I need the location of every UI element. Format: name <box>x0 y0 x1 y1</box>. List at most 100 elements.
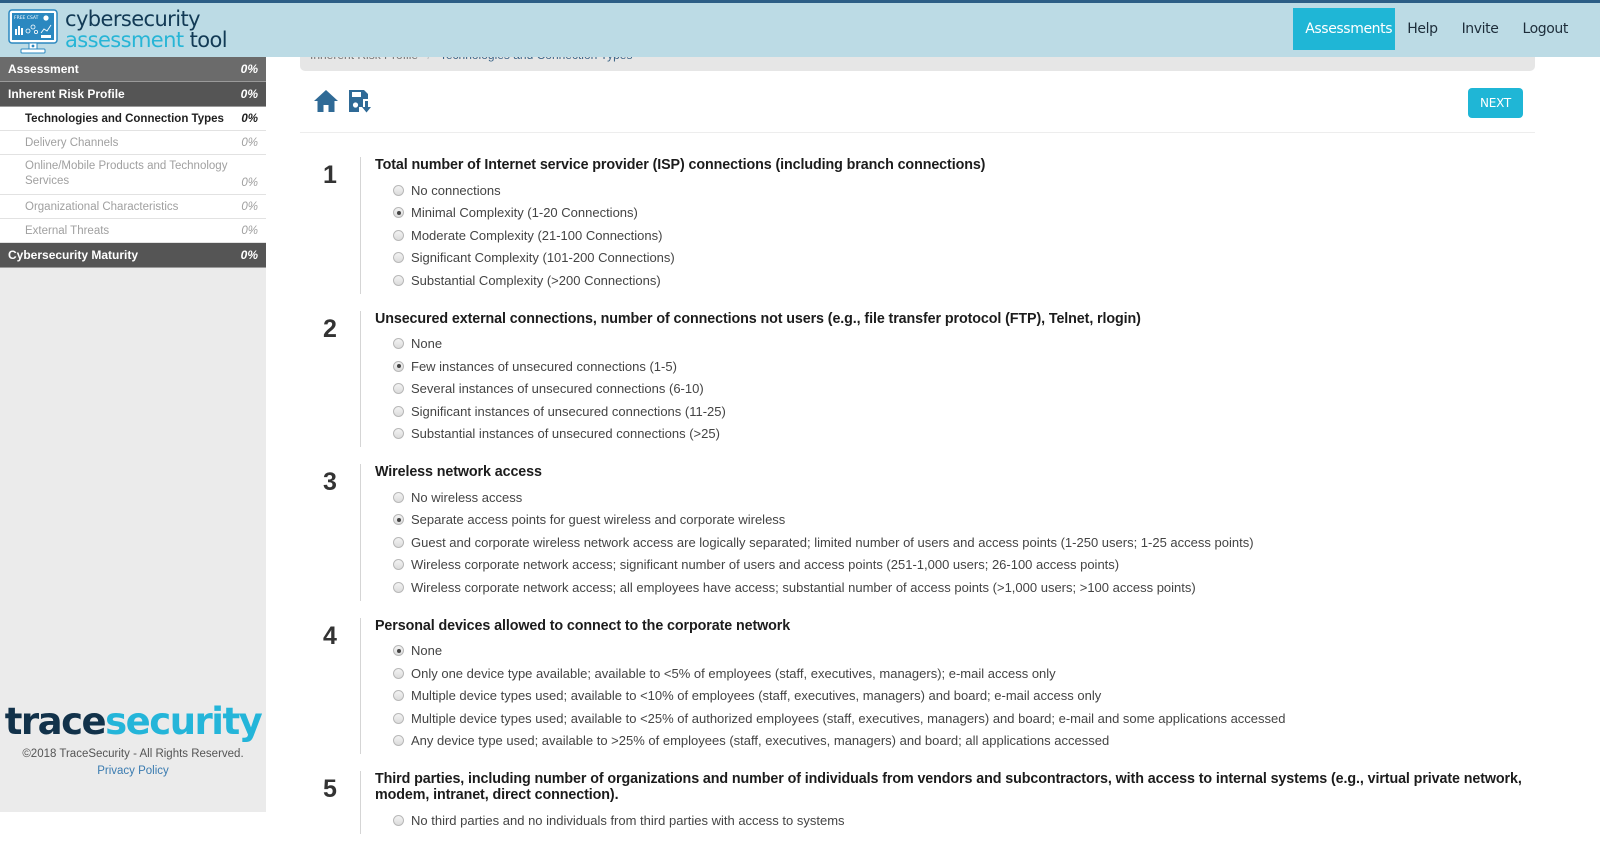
question-title: Third parties, including number of organ… <box>375 771 1522 803</box>
radio-unchecked[interactable] <box>393 491 404 503</box>
radio-checked[interactable] <box>393 360 404 372</box>
radio-unchecked[interactable] <box>393 581 404 593</box>
sidebar-item-external-threats[interactable]: External Threats 0% <box>0 219 266 243</box>
answer-option[interactable]: No connections <box>375 179 1535 202</box>
answer-option[interactable]: Substantial Complexity (>200 Connections… <box>375 269 1535 292</box>
answer-option[interactable]: Wireless corporate network access; all e… <box>375 576 1535 599</box>
answer-option-label: Moderate Complexity (21-100 Connections) <box>411 227 663 243</box>
radio-checked[interactable] <box>393 207 404 219</box>
next-button[interactable]: NEXT <box>1468 88 1523 118</box>
answer-option-label: Separate access points for guest wireles… <box>411 512 786 528</box>
radio-unchecked[interactable] <box>393 735 404 747</box>
radio-unchecked[interactable] <box>393 184 404 196</box>
sidebar-item-label: Organizational Characteristics <box>25 200 179 213</box>
radio-unchecked[interactable] <box>393 712 404 724</box>
home-icon[interactable] <box>312 87 340 115</box>
question-body: Total number of Internet service provide… <box>360 157 1535 294</box>
save-download-icon[interactable] <box>346 87 374 115</box>
answer-option[interactable]: Only one device type available; availabl… <box>375 662 1535 685</box>
answer-option[interactable]: Multiple device types used; available to… <box>375 685 1535 708</box>
radio-checked[interactable] <box>393 645 404 657</box>
answer-option[interactable]: No third parties and no individuals from… <box>375 809 1535 832</box>
answer-option-label: None <box>411 336 443 352</box>
radio-unchecked[interactable] <box>393 814 404 826</box>
radio-unchecked[interactable] <box>393 274 404 286</box>
question-title: Wireless network access <box>375 464 542 480</box>
app-title: cybersecurity assessment tool <box>65 7 228 52</box>
sidebar-item-label: Cybersecurity Maturity <box>8 248 139 262</box>
question-4: 4 Personal devices allowed to connect to … <box>300 617 1535 754</box>
answer-option-label: Significant instances of unsecured conne… <box>411 403 726 419</box>
answer-option[interactable]: Few instances of unsecured connections (… <box>375 355 1535 378</box>
sidebar-item-progress: 0% <box>240 248 258 262</box>
sidebar-item-technologies[interactable]: Technologies and Connection Types 0% <box>0 107 266 131</box>
radio-unchecked[interactable] <box>393 383 404 395</box>
radio-unchecked[interactable] <box>393 229 404 241</box>
answer-option[interactable]: Significant instances of unsecured conne… <box>375 400 1535 423</box>
sidebar-item-cybersecurity-maturity[interactable]: Cybersecurity Maturity 0% <box>0 243 266 268</box>
radio-unchecked[interactable] <box>393 667 404 679</box>
sidebar-item-label: Inherent Risk Profile <box>8 87 125 101</box>
sidebar-item-inherent-risk-profile[interactable]: Inherent Risk Profile 0% <box>0 82 266 107</box>
answer-option[interactable]: No wireless access <box>375 486 1535 509</box>
answer-option[interactable]: Several instances of unsecured connectio… <box>375 378 1535 401</box>
radio-unchecked[interactable] <box>393 338 404 350</box>
app-title-line2a: assessment <box>65 28 184 52</box>
sidebar-item-online-mobile-products[interactable]: Online/Mobile Products and Technology Se… <box>0 155 266 195</box>
answer-option[interactable]: Moderate Complexity (21-100 Connections) <box>375 224 1535 247</box>
answer-option[interactable]: Wireless corporate network access; signi… <box>375 554 1535 577</box>
question-number: 3 <box>323 468 337 496</box>
nav-assessments[interactable]: Assessments <box>1293 8 1396 50</box>
main-content: Inherent Risk Profile / Technologies and… <box>266 45 1600 834</box>
radio-unchecked[interactable] <box>393 405 404 417</box>
sidebar-item-delivery-channels[interactable]: Delivery Channels 0% <box>0 131 266 155</box>
privacy-policy-link[interactable]: Privacy Policy <box>97 765 169 777</box>
radio-unchecked[interactable] <box>393 536 404 548</box>
question-3: 3 Wireless network access No wireless acce… <box>300 464 1535 601</box>
radio-unchecked[interactable] <box>393 559 404 571</box>
answer-option-label: No wireless access <box>411 489 523 505</box>
sidebar-item-organizational-characteristics[interactable]: Organizational Characteristics 0% <box>0 195 266 219</box>
answer-option[interactable]: None <box>375 640 1535 663</box>
sidebar-item-label: Assessment <box>8 62 79 76</box>
question-body: Wireless network access No wireless acces… <box>360 464 1535 601</box>
tracesecurity-logo: tracesecurity <box>0 702 266 742</box>
answer-option[interactable]: Significant Complexity (101-200 Connecti… <box>375 247 1535 270</box>
sidebar-item-assessment[interactable]: Assessment 0% <box>0 57 266 82</box>
answer-option-label: None <box>411 643 443 659</box>
question-title: Personal devices allowed to connect to t… <box>375 617 791 634</box>
toolbar: NEXT <box>300 83 1535 133</box>
radio-unchecked[interactable] <box>393 690 404 702</box>
copyright-text: ©2018 TraceSecurity - All Rights Reserve… <box>22 748 244 760</box>
answer-option-label: Any device type used; available to >25% … <box>411 733 1110 749</box>
sidebar-item-progress: 0% <box>241 136 258 149</box>
answer-option[interactable]: Multiple device types used; available to… <box>375 707 1535 730</box>
sidebar-item-label: Technologies and Connection Types <box>25 112 224 125</box>
app-title-line2b: tool <box>189 28 228 52</box>
answer-option[interactable]: Substantial instances of unsecured conne… <box>375 423 1535 446</box>
app-logo[interactable]: FREE CSAT cybersecurity assessment tool <box>8 7 248 55</box>
answer-option-label: Substantial Complexity (>200 Connections… <box>411 272 661 288</box>
answer-option[interactable]: Any device type used; available to >25% … <box>375 730 1535 753</box>
radio-unchecked[interactable] <box>393 428 404 440</box>
sidebar-item-label: Online/Mobile Products and Technology Se… <box>25 160 228 187</box>
nav-help[interactable]: Help <box>1395 8 1449 50</box>
sidebar-item-progress: 0% <box>241 112 258 125</box>
radio-unchecked[interactable] <box>393 252 404 264</box>
nav-invite[interactable]: Invite <box>1450 8 1511 50</box>
answer-option[interactable]: Minimal Complexity (1-20 Connections) <box>375 202 1535 225</box>
answer-option-label: Wireless corporate network access; signi… <box>411 557 1120 573</box>
answer-option-label: Several instances of unsecured connectio… <box>411 381 704 397</box>
answer-option[interactable]: Separate access points for guest wireles… <box>375 509 1535 532</box>
nav-logout[interactable]: Logout <box>1510 8 1580 50</box>
main-nav: Assessments Help Invite Logout <box>1293 8 1580 50</box>
answer-option[interactable]: None <box>375 333 1535 356</box>
sidebar-item-progress: 0% <box>241 177 258 189</box>
app-title-line1: cybersecurity <box>65 7 201 31</box>
answer-option-label: No third parties and no individuals from… <box>411 812 845 828</box>
answer-option-label: Wireless corporate network access; all e… <box>411 579 1196 595</box>
sidebar-item-progress: 0% <box>240 87 258 101</box>
question-2: 2 Unsecured external connections, number … <box>300 310 1535 447</box>
radio-checked[interactable] <box>393 514 404 526</box>
answer-option[interactable]: Guest and corporate wireless network acc… <box>375 531 1535 554</box>
